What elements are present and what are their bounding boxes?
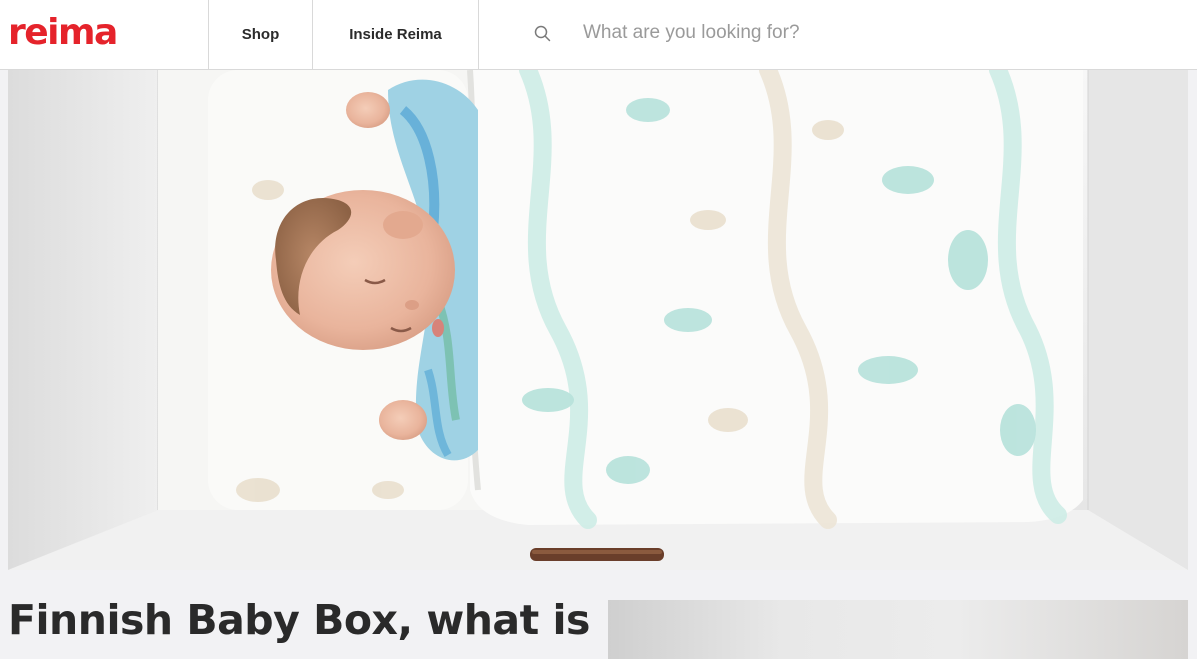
search-bar[interactable] [479,0,1197,69]
logo[interactable]: reima [0,0,209,69]
search-icon[interactable] [533,24,553,44]
nav-item-inside-reima[interactable]: Inside Reima [313,0,479,69]
hero-image [8,70,1188,570]
article-title: Finnish Baby Box, what is [8,596,590,644]
logo-text[interactable]: reima [8,14,118,51]
nav-item-shop[interactable]: Shop [209,0,313,69]
article-side-image [608,600,1188,659]
site-header: reima Shop Inside Reima [0,0,1197,70]
search-input[interactable] [581,12,1101,53]
